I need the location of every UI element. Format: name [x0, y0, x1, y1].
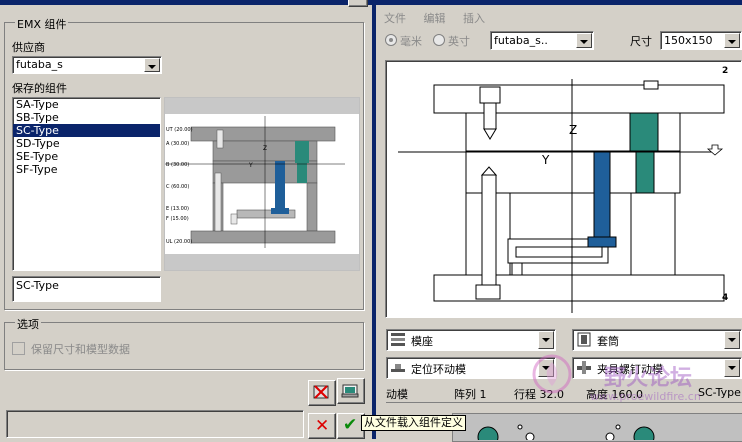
saved-components-label: 保存的组件: [12, 82, 67, 95]
combo-sleeve[interactable]: 套筒: [572, 329, 742, 351]
right-title-bar: [376, 0, 742, 5]
size-label: 尺寸: [630, 35, 652, 48]
status-stroke: 行程 32.0: [514, 388, 564, 401]
mold-drawing-canvas[interactable]: Z Y 2 4: [385, 60, 742, 318]
chevron-down-icon[interactable]: [724, 331, 740, 349]
component-name-value: SC-Type: [16, 279, 59, 292]
delete-component-button[interactable]: [308, 380, 336, 406]
saved-components-list[interactable]: SA-Type SB-Type SC-Type SD-Type SE-Type …: [12, 97, 161, 271]
chevron-down-icon[interactable]: [538, 331, 554, 349]
chevron-down-icon[interactable]: [576, 33, 592, 48]
left-dialog: EMX 组件 供应商 futaba_s 保存的组件 SA-Type SB-Typ…: [0, 0, 466, 439]
combo-locating-ring[interactable]: 定位环动模: [386, 357, 556, 379]
unit-mm-radio[interactable]: 毫米: [385, 33, 422, 49]
locating-ring-icon: [391, 364, 405, 372]
status-side: 动模: [386, 388, 408, 401]
right-window: 文件 编辑 插入 毫米 英寸 futaba_s.. 尺寸 150x150 Z Y…: [376, 0, 742, 442]
unit-inch-radio[interactable]: 英寸: [433, 33, 470, 49]
clamp-screw-icon: [577, 361, 591, 374]
corner-marker-bottom: 4: [722, 293, 729, 303]
preview-label: E (13.00): [166, 206, 189, 212]
checkbox-icon[interactable]: [12, 342, 25, 355]
corner-marker-top: 2: [722, 66, 729, 76]
combo-label: 夹具螺钉动模: [597, 363, 663, 376]
close-icon: ✕: [315, 416, 330, 436]
chevron-down-icon[interactable]: [724, 359, 740, 377]
status-height: 高度 160.0: [586, 388, 643, 401]
vendor-value: futaba_s..: [494, 34, 548, 47]
combo-label: 模座: [411, 335, 433, 348]
left-close-button[interactable]: [348, 0, 368, 7]
component-name-field[interactable]: SC-Type: [12, 276, 161, 302]
load-from-file-button[interactable]: [337, 378, 365, 404]
preview-label: F (15.00): [166, 216, 189, 222]
supplier-dropdown[interactable]: futaba_s: [12, 56, 162, 74]
vendor-dropdown[interactable]: futaba_s..: [490, 31, 594, 50]
chevron-down-icon[interactable]: [144, 58, 160, 72]
list-item[interactable]: SE-Type: [13, 150, 160, 163]
preview-label: UL (20.00): [166, 239, 193, 245]
check-icon: ✔: [343, 415, 358, 435]
mold-assembly-drawing: [398, 79, 725, 313]
axis-z-label: Z: [569, 123, 578, 137]
combo-clamp-screw[interactable]: 夹具螺钉动模: [572, 357, 742, 379]
status-row: 动模 阵列 1 行程 32.0 高度 160.0 SC-Type: [386, 386, 742, 401]
keep-data-label: 保留尺寸和模型数据: [31, 343, 130, 356]
preview-label: A (30.00): [166, 141, 190, 147]
axis-y-label: Y: [542, 153, 550, 167]
menu-file[interactable]: 文件: [384, 12, 406, 25]
preview-axis-y: Y: [249, 162, 253, 169]
list-item[interactable]: SA-Type: [13, 98, 160, 111]
chevron-down-icon[interactable]: [538, 359, 554, 377]
tooltip: 从文件载入组件定义: [361, 415, 466, 431]
combo-label: 套筒: [597, 335, 619, 348]
keep-data-checkbox[interactable]: 保留尺寸和模型数据: [12, 341, 130, 357]
preview-label: B (30.00): [166, 162, 190, 168]
menu-bar: 文件 编辑 插入: [384, 10, 499, 26]
unit-inch-label: 英寸: [448, 35, 470, 48]
menu-insert[interactable]: 插入: [463, 12, 485, 25]
list-item[interactable]: SB-Type: [13, 111, 160, 124]
sleeve-icon: [577, 332, 591, 347]
component-preview: UT (20.00) A (30.00) B (30.00) C (60.00)…: [164, 97, 360, 271]
left-status-field: [6, 410, 304, 438]
cancel-button[interactable]: ✕: [308, 413, 336, 439]
preview-mold-drawing: [165, 116, 345, 248]
size-value: 150x150: [664, 34, 713, 47]
status-type: SC-Type: [698, 386, 741, 399]
preview-label: C (60.00): [166, 184, 190, 190]
combo-mold-base[interactable]: 模座: [386, 329, 556, 351]
list-item-selected[interactable]: SC-Type: [13, 124, 160, 137]
left-title-bar: [0, 0, 372, 5]
preview-label: UT (20.00): [166, 127, 193, 133]
unit-mm-label: 毫米: [400, 35, 422, 48]
list-item[interactable]: SD-Type: [13, 137, 160, 150]
open-file-icon: [341, 384, 359, 398]
supplier-label: 供应商: [12, 41, 45, 54]
preview-axis-z: Z: [263, 145, 268, 152]
size-dropdown[interactable]: 150x150: [660, 31, 742, 50]
radio-icon[interactable]: [433, 34, 445, 46]
emx-group-label: EMX 组件: [15, 16, 69, 32]
status-pattern: 阵列 1: [454, 388, 487, 401]
combo-label: 定位环动模: [411, 363, 466, 376]
supplier-value: futaba_s: [16, 58, 63, 71]
menu-edit[interactable]: 编辑: [424, 12, 446, 25]
list-item[interactable]: SF-Type: [13, 163, 160, 176]
chevron-down-icon[interactable]: [724, 33, 740, 48]
options-group-label: 选项: [15, 316, 41, 332]
delete-file-icon: [313, 385, 329, 399]
radio-icon[interactable]: [385, 34, 397, 46]
mold-base-icon: [391, 333, 405, 346]
